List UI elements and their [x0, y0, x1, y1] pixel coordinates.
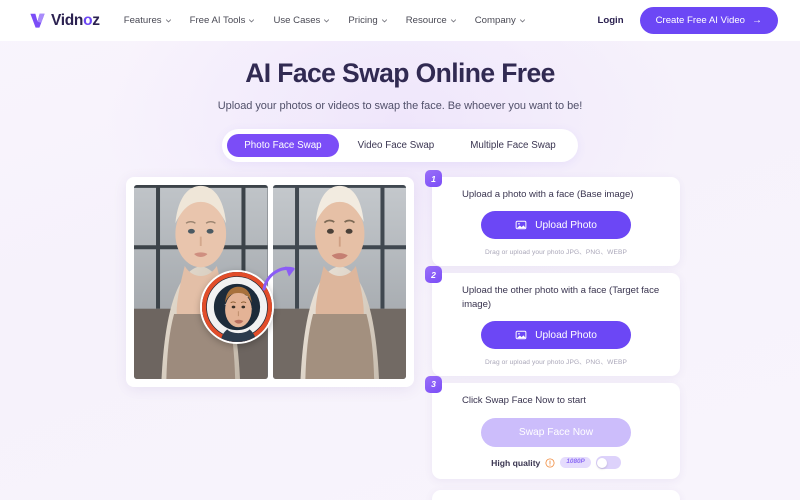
tab-list: Photo Face Swap Video Face Swap Multiple… — [222, 129, 578, 163]
step-number-badge: 3 — [425, 376, 442, 394]
nav-item-label: Features — [123, 15, 162, 26]
nav-right-actions: Login Create Free AI Video → — [597, 7, 778, 34]
resolution-badge: 1080P — [560, 456, 591, 469]
steps-panel: 1 Upload a photo with a face (Base image… — [425, 170, 680, 500]
tab-switcher: Photo Face Swap Video Face Swap Multiple… — [0, 129, 800, 163]
step-card-2: 2 Upload the other photo with a face (Ta… — [425, 266, 680, 377]
nav-item-features[interactable]: Features — [124, 15, 172, 26]
nav-item-pricing[interactable]: Pricing — [348, 15, 387, 26]
nav-item-resource[interactable]: Resource — [406, 15, 457, 26]
upload-hint: Drag or upload your photo JPG、PNG、WEBP — [485, 359, 627, 367]
step-card-1: 1 Upload a photo with a face (Base image… — [425, 170, 680, 267]
cta-label: Create Free AI Video — [655, 15, 745, 26]
tab-video-face-swap[interactable]: Video Face Swap — [341, 134, 452, 157]
nav-item-label: Company — [474, 15, 516, 26]
chevron-down-icon — [450, 19, 456, 23]
nav-item-label: Pricing — [348, 15, 378, 26]
brand-name: Vidnoz — [51, 11, 100, 29]
nav-links: Features Free AI Tools Use Cases Pricing… — [124, 15, 526, 26]
top-navigation-bar: Vidnoz Features Free AI Tools Use Cases … — [0, 0, 800, 41]
info-circle-icon[interactable] — [545, 458, 555, 468]
upload-button-label: Upload Photo — [535, 329, 597, 341]
step-title: Upload the other photo with a face (Targ… — [462, 285, 660, 311]
nav-item-label: Resource — [405, 15, 447, 26]
curved-arrow-icon — [262, 266, 295, 291]
nav-item-free-ai-tools[interactable]: Free AI Tools — [190, 15, 256, 26]
tab-photo-face-swap[interactable]: Photo Face Swap — [227, 134, 339, 158]
page-subtitle: Upload your photos or videos to swap the… — [217, 100, 583, 113]
demo-preview-panel — [126, 177, 414, 388]
create-free-ai-video-button[interactable]: Create Free AI Video → — [639, 7, 778, 34]
upload-button-label: Upload Photo — [535, 219, 597, 231]
login-link[interactable]: Login — [597, 15, 623, 26]
nav-item-company[interactable]: Company — [475, 15, 526, 26]
chevron-down-icon — [324, 19, 330, 23]
image-upload-icon — [515, 221, 527, 230]
swap-face-now-button[interactable]: Swap Face Now — [481, 418, 631, 448]
tab-multiple-face-swap[interactable]: Multiple Face Swap — [453, 134, 573, 157]
vidnoz-v-logo-icon — [30, 13, 45, 28]
chevron-down-icon — [249, 19, 255, 23]
image-upload-icon — [515, 330, 527, 340]
quality-options-row: High quality 1080P — [446, 456, 666, 470]
suggestions-panel: No idea? Try these pictures. See more — [432, 490, 680, 500]
toggle-knob — [597, 457, 608, 468]
upload-base-photo-button[interactable]: Upload Photo — [481, 211, 631, 240]
nav-item-label: Use Cases — [273, 15, 321, 26]
chevron-down-icon — [165, 19, 171, 23]
step-title: Click Swap Face Now to start — [462, 395, 586, 407]
step-number-badge: 1 — [425, 170, 442, 188]
arrow-right-icon: → — [752, 14, 762, 26]
main-content: 1 Upload a photo with a face (Base image… — [0, 162, 800, 500]
page-title: AI Face Swap Online Free — [245, 58, 555, 88]
high-quality-toggle[interactable] — [595, 456, 621, 470]
upload-target-photo-button[interactable]: Upload Photo — [481, 321, 631, 350]
step-title: Upload a photo with a face (Base image) — [462, 189, 634, 201]
upload-hint: Drag or upload your photo JPG、PNG、WEBP — [485, 249, 627, 257]
step-card-3: 3 Click Swap Face Now to start Swap Face… — [425, 376, 680, 480]
chevron-down-icon — [381, 19, 387, 23]
brand-logo[interactable]: Vidnoz — [28, 11, 100, 30]
hero-section: AI Face Swap Online Free Upload your pho… — [0, 41, 800, 112]
step-number-badge: 2 — [425, 266, 442, 284]
nav-item-label: Free AI Tools — [189, 15, 246, 26]
page-root: Vidnoz Features Free AI Tools Use Cases … — [0, 0, 800, 500]
high-quality-label: High quality — [491, 457, 541, 468]
chevron-down-icon — [519, 19, 525, 23]
nav-item-use-cases[interactable]: Use Cases — [273, 15, 330, 26]
